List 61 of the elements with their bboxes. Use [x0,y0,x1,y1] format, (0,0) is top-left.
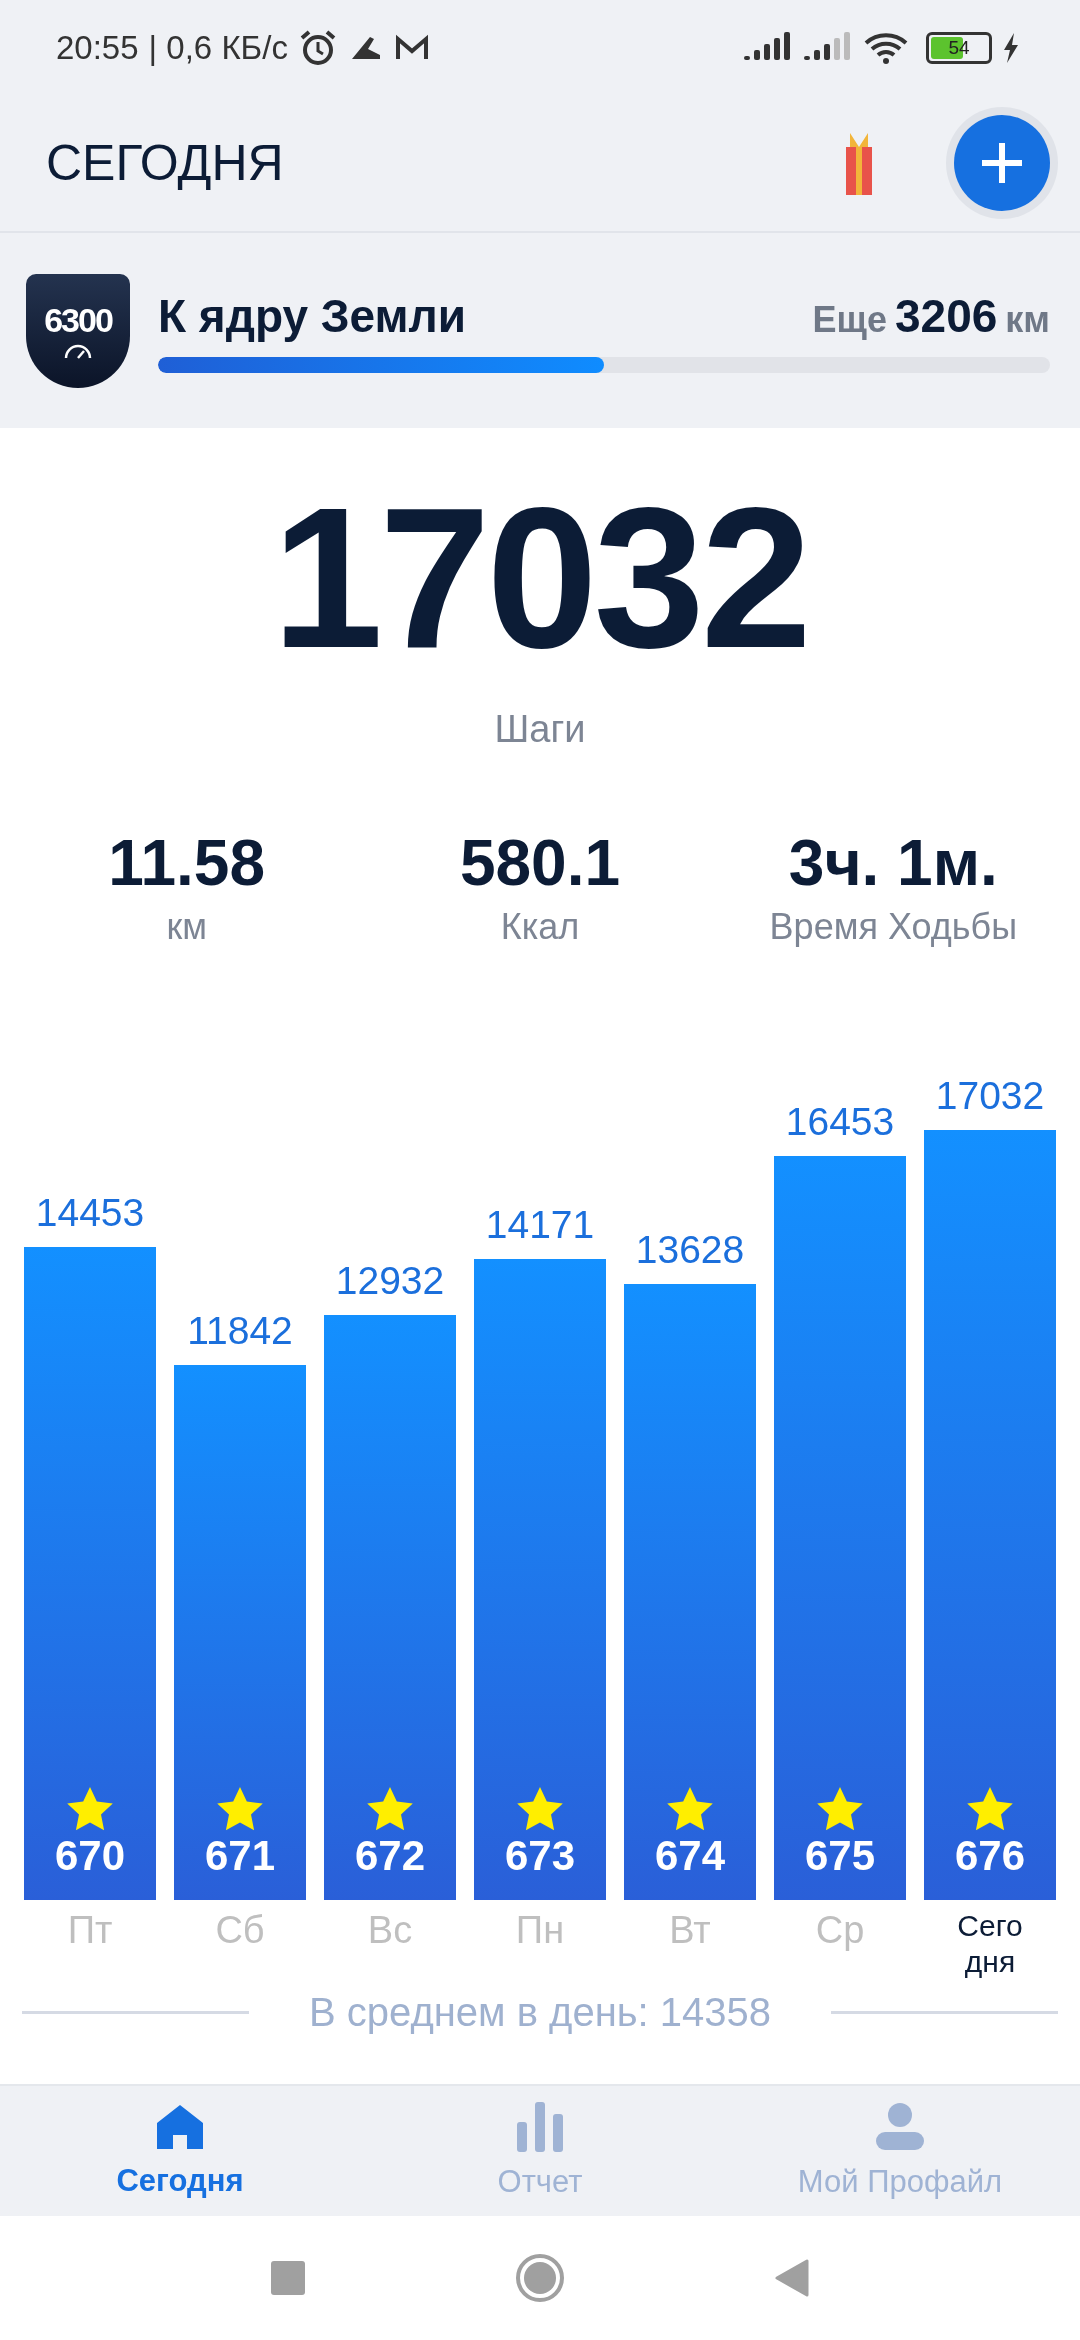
star-icon [966,1786,1014,1832]
day-label: Пт [67,1908,113,1953]
bar-value: 14171 [485,1203,595,1248]
day-label: Вт [669,1908,711,1953]
star-count: 670 [54,1832,126,1880]
stat-value: 11.58 [108,826,265,900]
daily-average: В среднем в день: 14358 [309,1990,771,2035]
network-speed: | 0,6 КБ/с [148,28,288,67]
gauge-icon [63,344,93,360]
star-icon [66,1786,114,1832]
star-count: 676 [954,1832,1026,1880]
star-count: 674 [654,1832,726,1880]
stat-label: км [166,906,207,948]
screen-title: СЕГОДНЯ [46,134,285,192]
home-circle-icon[interactable] [515,2253,565,2303]
step-bar[interactable]: 673 [474,1259,606,1900]
steps-label: Шаги [494,708,586,751]
day-label: Вс [367,1908,413,1953]
step-bar[interactable]: 674 [624,1284,756,1900]
step-bar[interactable]: 670 [24,1246,156,1900]
bar-chart-icon [517,2102,563,2152]
star-icon [516,1786,564,1832]
home-icon [155,2103,205,2151]
charging-icon [1002,32,1020,63]
bar-value: 12932 [335,1259,445,1304]
remaining-distance: 3206 [895,288,998,343]
day-label: Сб [215,1908,265,1953]
day-label: Ср [815,1908,865,1953]
star-count: 672 [354,1832,426,1880]
challenge-title: К ядру Земли [158,288,468,343]
bar-value: 13628 [635,1228,745,1272]
day-label: Сегодня [956,1908,1024,1980]
step-bar[interactable]: 672 [324,1315,456,1900]
distance-badge: 6300 [26,273,130,388]
wifi-icon [864,30,908,65]
day-label: Пн [515,1908,565,1953]
step-bar[interactable]: 676 [924,1130,1056,1900]
person-icon [875,2102,925,2152]
stat-label: Ккал [500,906,580,948]
star-icon [366,1786,414,1832]
stat-value: 3ч. 1м. [788,826,998,900]
star-icon [666,1786,714,1832]
star-icon [216,1786,264,1832]
bar-value: 11842 [187,1308,293,1353]
step-count: 17032 [271,468,809,688]
stat-label: Время Ходьбы [769,906,1017,948]
step-bar[interactable]: 675 [774,1156,906,1900]
remaining-label: Еще [812,298,887,341]
star-count: 675 [804,1832,876,1880]
distance-unit: км [1005,298,1050,341]
bar-value: 14453 [35,1190,145,1235]
star-icon [816,1786,864,1832]
bar-value: 17032 [935,1074,1045,1119]
star-count: 671 [204,1832,276,1880]
star-count: 673 [504,1832,576,1880]
stat-value: 580.1 [459,826,621,900]
step-bar[interactable]: 671 [174,1364,306,1900]
nav-tab[interactable]: Сегодня [0,2086,360,2216]
status-time: 20:55 [56,28,139,67]
bar-value: 16453 [785,1100,895,1145]
back-icon[interactable] [775,2259,809,2297]
